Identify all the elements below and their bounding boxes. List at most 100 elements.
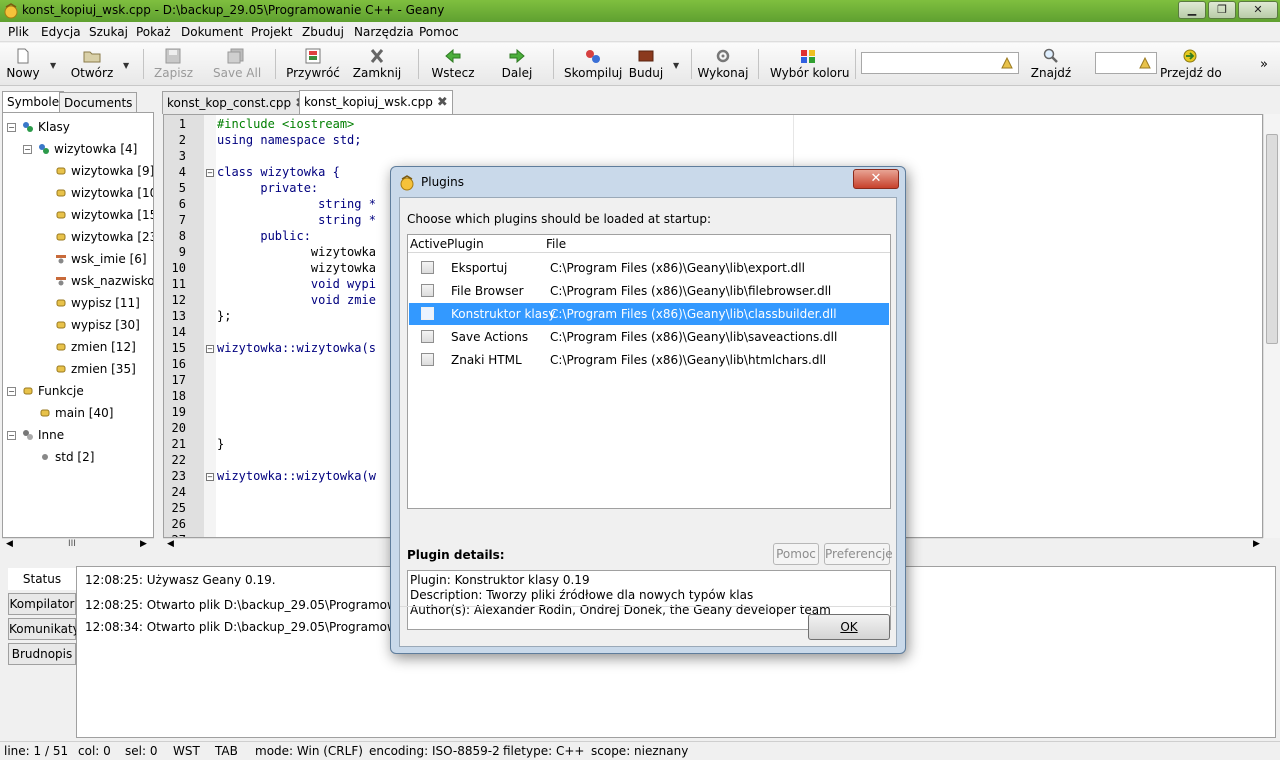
forward-button[interactable]: Dalej	[499, 45, 535, 83]
code-line: private:	[217, 181, 319, 195]
gears-icon	[716, 49, 730, 63]
tab-symbols[interactable]: Symbole	[2, 91, 65, 113]
fold-marker-icon[interactable]: −	[206, 473, 214, 481]
revert-button[interactable]: Przywróć	[286, 45, 340, 83]
dialog-close-button[interactable]: ✕	[853, 169, 899, 189]
scroll-right-icon[interactable]: ▶	[140, 539, 147, 549]
tree-item-method[interactable]: wizytowka [9]	[55, 161, 153, 181]
tree-item-method[interactable]: wizytowka [23	[55, 227, 153, 247]
fold-marker-icon[interactable]: −	[206, 345, 214, 353]
tab-konst-kopiuj-wsk[interactable]: konst_kopiuj_wsk.cpp ✖	[299, 90, 453, 114]
tree-item-method[interactable]: wypisz [11]	[55, 293, 140, 313]
fold-marker-icon[interactable]: −	[206, 169, 214, 177]
close-file-button[interactable]: Zamknij	[352, 45, 402, 83]
maximize-button[interactable]: ❐	[1208, 1, 1236, 19]
column-active[interactable]: Active	[410, 237, 447, 251]
plugin-active-checkbox[interactable]	[421, 261, 434, 274]
menu-szukaj[interactable]: Szukaj	[89, 25, 128, 39]
collapse-icon[interactable]: −	[7, 122, 16, 132]
back-button[interactable]: Wstecz	[430, 45, 476, 83]
tree-item-member[interactable]: wsk_nazwisko	[55, 271, 153, 291]
scroll-left-icon[interactable]: ◀	[6, 539, 13, 549]
run-button[interactable]: Wykonaj	[697, 45, 749, 83]
goto-button[interactable]: Przejdź do	[1160, 45, 1222, 83]
menu-edycja[interactable]: Edycja	[41, 25, 81, 39]
tree-item-method[interactable]: zmien [35]	[55, 359, 136, 379]
collapse-icon[interactable]: −	[23, 144, 32, 154]
clear-entry-icon[interactable]	[1000, 56, 1014, 70]
scroll-right-icon[interactable]: ▶	[1253, 539, 1260, 549]
tree-item-method[interactable]: wizytowka [15	[55, 205, 153, 225]
build-dropdown-arrow-icon[interactable]: ▼	[673, 61, 679, 70]
scroll-thumb[interactable]: III	[68, 539, 76, 549]
color-chooser-button[interactable]: Wybór koloru	[770, 45, 850, 83]
plugin-row-selected[interactable]: Konstruktor klasy C:\Program Files (x86)…	[409, 303, 889, 325]
goto-arrow-icon	[1183, 49, 1197, 63]
tab-scribble[interactable]: Brudnopis	[8, 643, 76, 665]
plugin-row[interactable]: Znaki HTML C:\Program Files (x86)\Geany\…	[409, 349, 889, 371]
goto-line-input[interactable]	[1095, 52, 1157, 74]
plugin-active-checkbox[interactable]	[421, 330, 434, 343]
clear-entry-icon[interactable]	[1138, 56, 1152, 70]
tree-item-method[interactable]: wypisz [30]	[55, 315, 140, 335]
tree-item-class-wizytowka[interactable]: − wizytowka [4]	[23, 139, 137, 159]
tree-item-method[interactable]: zmien [12]	[55, 337, 136, 357]
tree-item-member[interactable]: wsk_imie [6]	[55, 249, 147, 269]
menu-pomoc[interactable]: Pomoc	[419, 25, 459, 39]
plugin-row[interactable]: File Browser C:\Program Files (x86)\Gean…	[409, 280, 889, 302]
window-close-button[interactable]: ✕	[1238, 1, 1278, 19]
tab-documents[interactable]: Documents	[59, 92, 138, 112]
save-all-icon	[227, 48, 244, 64]
line-number: 11	[171, 277, 186, 291]
compile-button[interactable]: Skompiluj	[564, 45, 622, 83]
tab-close-icon[interactable]: ✖	[437, 95, 448, 110]
menu-pokaz[interactable]: Pokaż	[136, 25, 171, 39]
sidebar-horizontal-scrollbar[interactable]: ◀ III ▶	[2, 538, 154, 552]
plugin-preferences-button[interactable]: Preferencje	[824, 543, 893, 565]
menu-zbuduj[interactable]: Zbuduj	[302, 25, 344, 39]
tab-compiler[interactable]: Kompilator	[8, 593, 76, 615]
tree-item-other[interactable]: − Inne	[7, 425, 64, 445]
tree-item-functions[interactable]: − Funkcje	[7, 381, 84, 401]
tab-messages[interactable]: Komunikaty	[8, 618, 80, 640]
scroll-left-icon[interactable]: ◀	[167, 539, 174, 549]
tree-item-function[interactable]: main [40]	[39, 403, 113, 423]
column-plugin[interactable]: Plugin	[447, 237, 484, 251]
menu-dokument[interactable]: Dokument	[181, 25, 243, 39]
editor-vertical-scrollbar[interactable]	[1263, 114, 1280, 538]
save-button[interactable]: Zapisz	[154, 45, 193, 83]
new-button[interactable]: Nowy	[5, 45, 41, 83]
save-all-button[interactable]: Save All	[213, 45, 261, 83]
plugin-active-checkbox[interactable]	[421, 353, 434, 366]
menu-plik[interactable]: Plik	[8, 25, 29, 39]
line-number: 20	[171, 421, 186, 435]
find-button[interactable]: Znajdź	[1030, 45, 1072, 83]
member-icon	[56, 277, 66, 286]
menu-narzedzia[interactable]: Narzędzia	[354, 25, 414, 39]
tree-item-method[interactable]: wizytowka [10	[55, 183, 153, 203]
menu-projekt[interactable]: Projekt	[251, 25, 292, 39]
open-button[interactable]: Otwórz	[70, 45, 114, 83]
tab-status[interactable]: Status	[8, 568, 76, 590]
collapse-icon[interactable]: −	[7, 386, 16, 396]
plugin-active-checkbox[interactable]	[421, 307, 434, 320]
plugin-row[interactable]: Eksportuj C:\Program Files (x86)\Geany\l…	[409, 257, 889, 279]
toolbar-separator	[275, 49, 276, 79]
tab-konst-kop-const[interactable]: konst_kop_const.cpp✖	[162, 91, 311, 114]
ok-button[interactable]: OK	[808, 614, 890, 640]
new-file-icon	[17, 48, 29, 64]
plugin-row[interactable]: Save Actions C:\Program Files (x86)\Gean…	[409, 326, 889, 348]
plugin-active-checkbox[interactable]	[421, 284, 434, 297]
column-file[interactable]: File	[546, 237, 566, 251]
collapse-icon[interactable]: −	[7, 430, 16, 440]
build-button[interactable]: Buduj	[627, 45, 665, 83]
search-input[interactable]	[861, 52, 1019, 74]
plugin-help-button[interactable]: Pomoc	[773, 543, 819, 565]
toolbar-separator	[691, 49, 692, 79]
open-dropdown-arrow-icon[interactable]: ▼	[123, 61, 129, 70]
tree-item-namespace[interactable]: std [2]	[39, 447, 94, 467]
tree-item-classes[interactable]: − Klasy	[7, 117, 70, 137]
minimize-button[interactable]: ▁	[1178, 1, 1206, 19]
scroll-thumb[interactable]	[1266, 134, 1278, 344]
new-dropdown-arrow-icon[interactable]: ▼	[50, 61, 56, 70]
